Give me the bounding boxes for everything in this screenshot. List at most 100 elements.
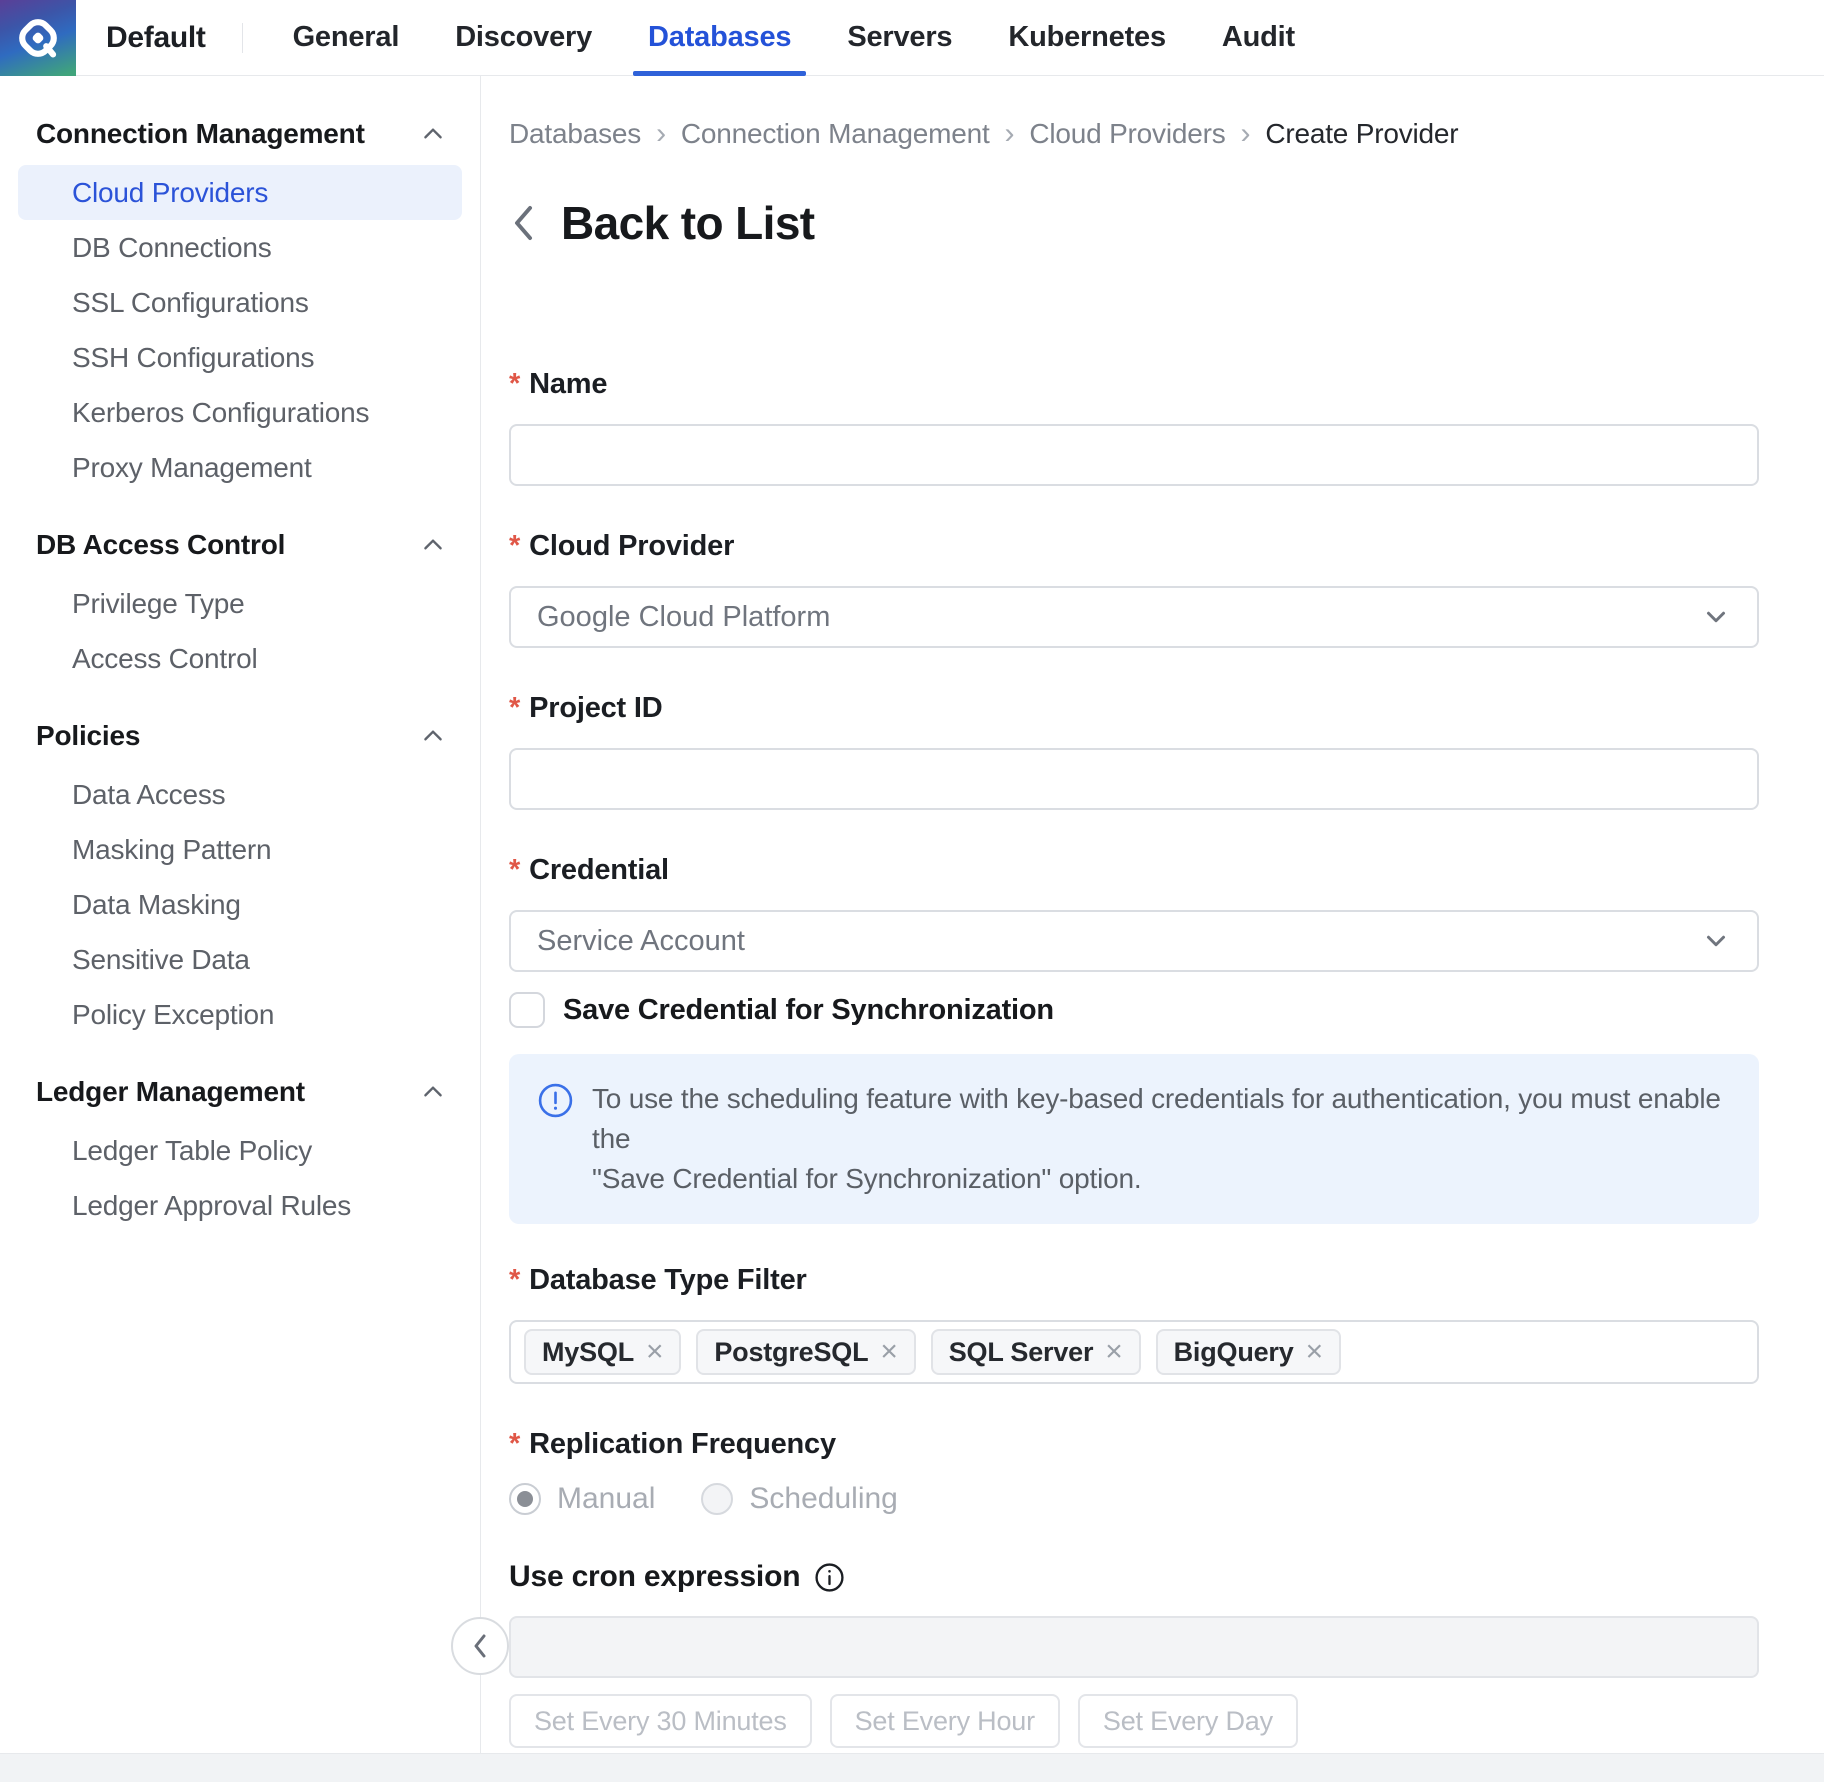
top-nav: Default GeneralDiscoveryDatabasesServers…	[0, 0, 1824, 76]
radio-manual[interactable]: Manual	[509, 1482, 655, 1516]
footer-bar	[0, 1753, 1824, 1782]
tab-general[interactable]: General	[265, 0, 428, 76]
sidebar-item-data-masking[interactable]: Data Masking	[18, 877, 462, 932]
sidebar-collapse-button[interactable]	[451, 1617, 509, 1675]
chevron-up-icon[interactable]	[420, 1079, 446, 1105]
scheduling-info-alert: To use the scheduling feature with key-b…	[509, 1054, 1759, 1224]
sidebar-section-title: DB Access Control	[36, 529, 285, 561]
tab-audit[interactable]: Audit	[1194, 0, 1323, 76]
cron-label-row: Use cron expression	[509, 1560, 1759, 1594]
chevron-down-icon	[1701, 926, 1731, 956]
page-title[interactable]: Back to List	[561, 196, 815, 250]
sidebar-item-ssl-configurations[interactable]: SSL Configurations	[18, 275, 462, 330]
project-id-input[interactable]	[509, 748, 1759, 810]
sidebar-item-proxy-management[interactable]: Proxy Management	[18, 440, 462, 495]
back-icon[interactable]	[509, 200, 537, 246]
cloud-provider-field-group: * Cloud Provider Google Cloud Platform	[509, 530, 1759, 648]
set-every-day-button[interactable]: Set Every Day	[1078, 1694, 1298, 1748]
chevron-up-icon[interactable]	[420, 723, 446, 749]
radio-unselected-icon	[701, 1483, 733, 1515]
database-type-filter-label: * Database Type Filter	[509, 1264, 1759, 1296]
sidebar-item-data-access[interactable]: Data Access	[18, 767, 462, 822]
sidebar-item-ssh-configurations[interactable]: SSH Configurations	[18, 330, 462, 385]
cron-expression-input[interactable]	[509, 1616, 1759, 1678]
project-id-field-group: * Project ID	[509, 692, 1759, 810]
sidebar-section-gap	[0, 495, 480, 529]
replication-frequency-label: * Replication Frequency	[509, 1428, 1759, 1460]
breadcrumb-databases[interactable]: Databases	[509, 118, 641, 150]
create-provider-form: * Name * Cloud Provider Google Cloud Pla…	[509, 368, 1759, 1748]
database-type-filter-select[interactable]: MySQL×PostgreSQL×SQL Server×BigQuery×	[509, 1320, 1759, 1384]
breadcrumb-connection-management[interactable]: Connection Management	[681, 118, 990, 150]
page-header: Back to List	[509, 196, 1760, 250]
sidebar-item-policy-exception[interactable]: Policy Exception	[18, 987, 462, 1042]
sidebar-item-masking-pattern[interactable]: Masking Pattern	[18, 822, 462, 877]
sidebar-section-connection-management[interactable]: Connection Management	[0, 118, 480, 150]
breadcrumb-separator: ›	[1241, 120, 1251, 148]
logo-icon	[12, 12, 64, 64]
breadcrumb-separator: ›	[1005, 120, 1015, 148]
close-icon[interactable]: ×	[646, 1339, 663, 1365]
workspace-name[interactable]: Default	[106, 21, 206, 55]
credential-value: Service Account	[537, 925, 745, 958]
tab-kubernetes[interactable]: Kubernetes	[980, 0, 1194, 76]
sidebar-section-title: Ledger Management	[36, 1076, 305, 1108]
save-credential-checkbox[interactable]	[509, 992, 545, 1028]
required-mark: *	[509, 1428, 520, 1460]
close-icon[interactable]: ×	[1306, 1339, 1323, 1365]
tab-discovery[interactable]: Discovery	[427, 0, 620, 76]
cron-label: Use cron expression	[509, 1560, 800, 1594]
breadcrumb-separator: ›	[656, 120, 666, 148]
required-mark: *	[509, 854, 520, 886]
chevron-down-icon	[1701, 602, 1731, 632]
tab-servers[interactable]: Servers	[819, 0, 980, 76]
active-tab-underline	[633, 71, 806, 76]
cron-preset-buttons: Set Every 30 Minutes Set Every Hour Set Ev…	[509, 1694, 1759, 1748]
app-shell: Connection ManagementCloud ProvidersDB C…	[0, 76, 1824, 1753]
credential-label: * Credential	[509, 854, 1759, 886]
credential-select[interactable]: Service Account	[509, 910, 1759, 972]
breadcrumb-cloud-providers[interactable]: Cloud Providers	[1029, 118, 1225, 150]
project-id-label: * Project ID	[509, 692, 1759, 724]
sidebar-item-access-control[interactable]: Access Control	[18, 631, 462, 686]
credential-field-group: * Credential Service Account	[509, 854, 1759, 972]
sidebar-item-ledger-approval-rules[interactable]: Ledger Approval Rules	[18, 1178, 462, 1233]
save-credential-label: Save Credential for Synchronization	[563, 994, 1054, 1027]
chevron-up-icon[interactable]	[420, 532, 446, 558]
close-icon[interactable]: ×	[1105, 1339, 1122, 1365]
set-every-hour-button[interactable]: Set Every Hour	[830, 1694, 1060, 1748]
cloud-provider-select[interactable]: Google Cloud Platform	[509, 586, 1759, 648]
name-field-group: * Name	[509, 368, 1759, 486]
cloud-provider-label: * Cloud Provider	[509, 530, 1759, 562]
required-mark: *	[509, 368, 520, 400]
alert-text: To use the scheduling feature with key-b…	[592, 1079, 1731, 1199]
sidebar-section-ledger-management[interactable]: Ledger Management	[0, 1076, 480, 1108]
sidebar-item-privilege-type[interactable]: Privilege Type	[18, 576, 462, 631]
sidebar-item-cloud-providers[interactable]: Cloud Providers	[18, 165, 462, 220]
sidebar-item-ledger-table-policy[interactable]: Ledger Table Policy	[18, 1123, 462, 1178]
replication-frequency-group: * Replication Frequency Manual Scheduling	[509, 1428, 1759, 1516]
chevron-up-icon[interactable]	[420, 121, 446, 147]
sidebar-item-kerberos-configurations[interactable]: Kerberos Configurations	[18, 385, 462, 440]
required-mark: *	[509, 1264, 520, 1296]
breadcrumb-create-provider: Create Provider	[1265, 118, 1458, 150]
set-every-30-minutes-button[interactable]: Set Every 30 Minutes	[509, 1694, 812, 1748]
radio-selected-icon	[509, 1483, 541, 1515]
top-nav-tabs: GeneralDiscoveryDatabasesServersKubernet…	[265, 0, 1323, 76]
radio-scheduling[interactable]: Scheduling	[701, 1482, 897, 1516]
app-logo[interactable]	[0, 0, 76, 76]
info-circle-icon[interactable]	[814, 1562, 845, 1593]
sidebar-section-title: Policies	[36, 720, 140, 752]
tag-bigquery: BigQuery×	[1156, 1329, 1341, 1375]
name-input[interactable]	[509, 424, 1759, 486]
close-icon[interactable]: ×	[880, 1339, 897, 1365]
save-credential-row: Save Credential for Synchronization	[509, 992, 1759, 1028]
tab-databases[interactable]: Databases	[620, 0, 819, 76]
sidebar-item-sensitive-data[interactable]: Sensitive Data	[18, 932, 462, 987]
sidebar: Connection Management Cloud ProvidersDB C…	[0, 76, 481, 1753]
database-type-filter-group: * Database Type Filter MySQL×PostgreSQL×…	[509, 1264, 1759, 1384]
sidebar-section-policies[interactable]: Policies	[0, 720, 480, 752]
replication-frequency-radios: Manual Scheduling	[509, 1482, 1759, 1516]
sidebar-item-db-connections[interactable]: DB Connections	[18, 220, 462, 275]
sidebar-section-db-access-control[interactable]: DB Access Control	[0, 529, 480, 561]
